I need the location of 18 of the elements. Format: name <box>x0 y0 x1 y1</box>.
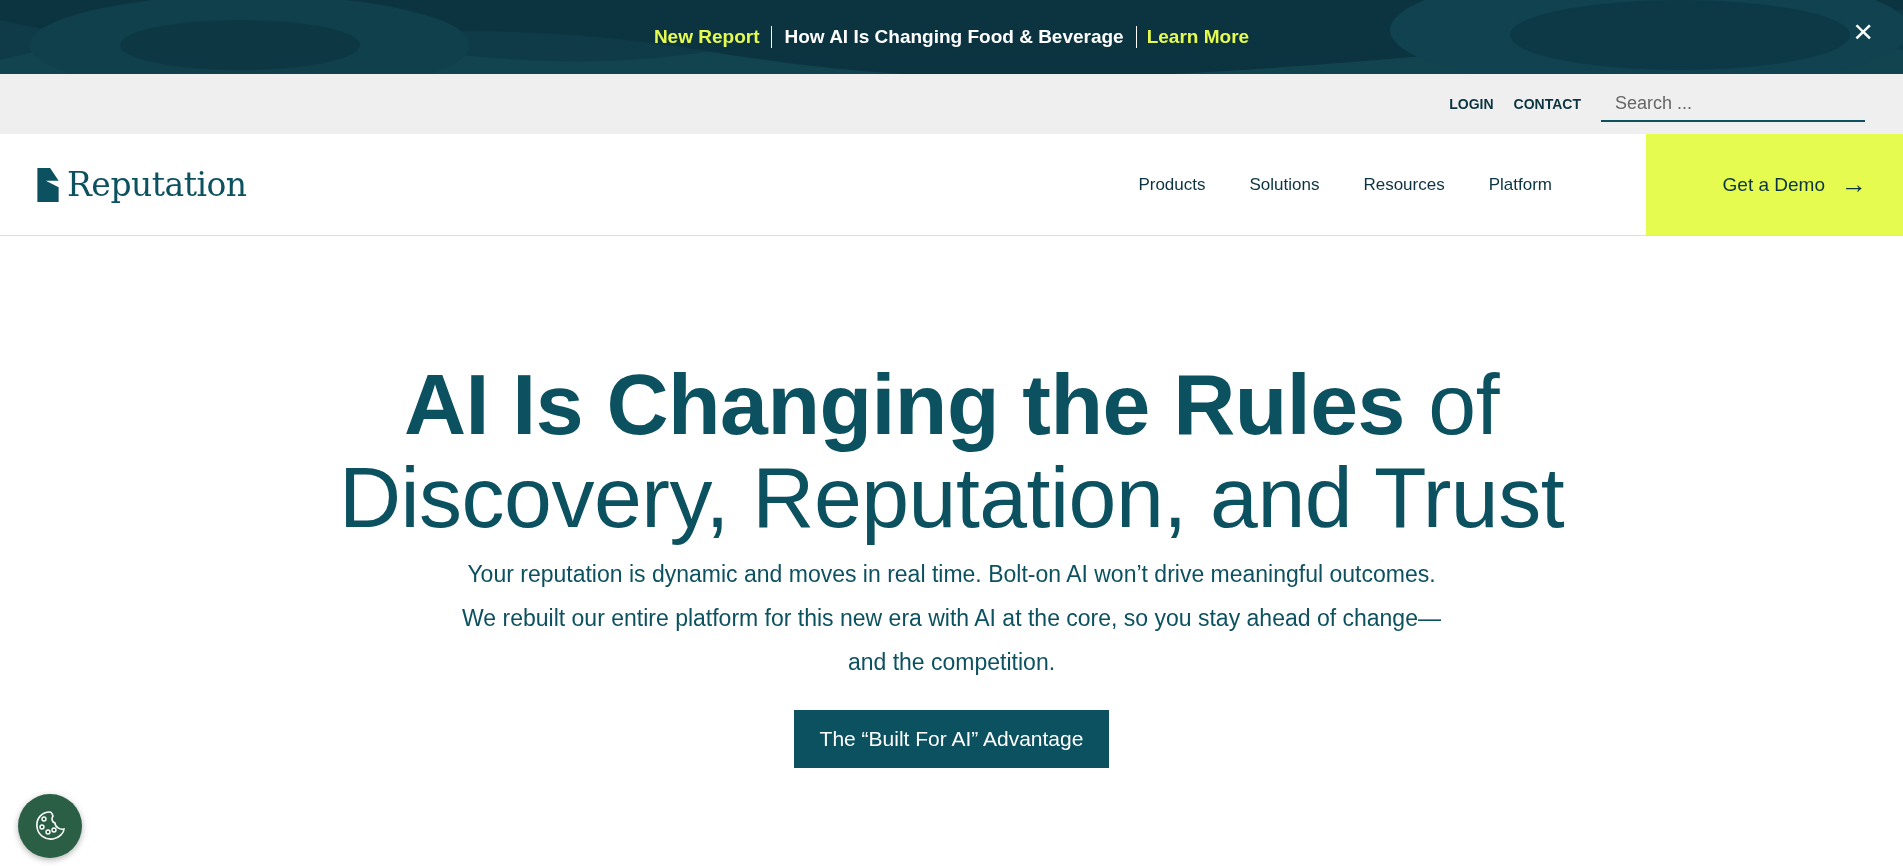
advantage-button[interactable]: The “Built For AI” Advantage <box>793 709 1110 768</box>
nav-item[interactable]: Resources <box>1363 174 1445 195</box>
hero-text: Your reputation is dynamic and moves in real time. Bolt-on AI won’t drive meaningful outcomes. We rebuilt our entire platform for this new era with AI at the core, so you stay ahead of change—and the competition. <box>461 559 1442 677</box>
hero-heading: AI Is Changing the Rules of Discovery, Reputation, and Trust <box>337 358 1566 544</box>
learn-more-link[interactable]: Learn More <box>1136 26 1250 48</box>
logo-text[interactable]: Reputation <box>67 165 247 204</box>
utility-link[interactable]: LOGIN <box>1449 96 1494 112</box>
banner-title: How AI Is Changing Food & Beverage <box>772 26 1137 48</box>
nav-item[interactable]: Solutions <box>1249 174 1320 195</box>
search-field[interactable]: Search ... <box>1601 86 1865 122</box>
close-button[interactable]: × <box>1853 14 1873 48</box>
cookie-button[interactable] <box>18 794 82 858</box>
nav-item[interactable]: Products <box>1138 174 1206 195</box>
logo-icon[interactable] <box>37 167 59 202</box>
nav-item[interactable]: Platform <box>1488 174 1552 195</box>
demo-button[interactable]: Get a Demo → <box>1646 134 1903 235</box>
utility-link[interactable]: CONTACT <box>1513 96 1581 112</box>
banner-label: New Report <box>653 26 773 48</box>
